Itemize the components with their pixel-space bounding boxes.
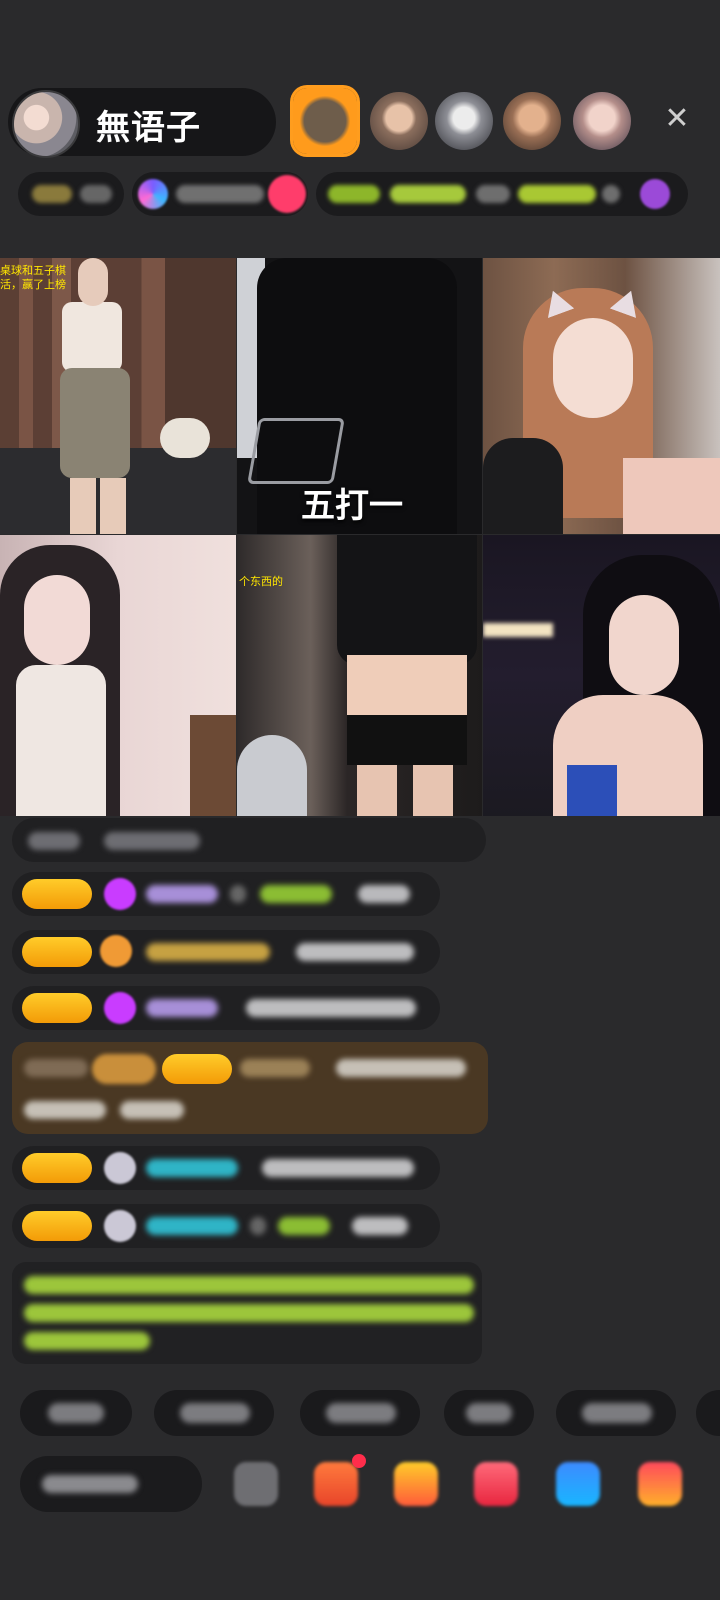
activity-icon bbox=[640, 179, 670, 209]
guest-video-3[interactable] bbox=[483, 258, 720, 534]
notification-dot bbox=[352, 1454, 366, 1468]
chat-text bbox=[28, 832, 80, 850]
guest-video-4[interactable] bbox=[0, 535, 236, 816]
quick-chip-3-text bbox=[326, 1403, 396, 1423]
chat-username bbox=[146, 1159, 238, 1177]
chat-username bbox=[146, 999, 218, 1017]
notice-text-line-1 bbox=[24, 1276, 474, 1294]
fan-level-badge bbox=[22, 1153, 92, 1183]
chat-text bbox=[230, 885, 246, 903]
fan-level-badge bbox=[22, 879, 92, 909]
viewer-avatar-5[interactable] bbox=[573, 92, 631, 150]
chat-text bbox=[104, 832, 200, 850]
wallet-icon[interactable] bbox=[394, 1462, 438, 1506]
viewer-avatar-2[interactable] bbox=[370, 92, 428, 150]
rank-icon bbox=[32, 185, 72, 203]
viewer-avatar-3[interactable] bbox=[435, 92, 493, 150]
quick-chip-4-text bbox=[466, 1403, 512, 1423]
comment-input-placeholder bbox=[42, 1475, 138, 1493]
activity-text-2 bbox=[390, 185, 466, 203]
more-icon[interactable] bbox=[638, 1462, 682, 1506]
quick-chip-1-text bbox=[48, 1403, 104, 1423]
fan-level-badge bbox=[22, 1211, 92, 1241]
guest-1-overlay-text: 桌球和五子棋 活，赢了上榜 bbox=[0, 264, 66, 291]
guest-video-6[interactable] bbox=[483, 535, 720, 816]
viewer-avatar-4[interactable] bbox=[503, 92, 561, 150]
rank-text bbox=[80, 185, 112, 203]
host-avatar[interactable] bbox=[12, 90, 80, 158]
activity-text-1 bbox=[328, 185, 380, 203]
guest-5-overlay-text: 个东西的 bbox=[239, 575, 283, 588]
guest-video-1[interactable]: 桌球和五子棋 活，赢了上榜 bbox=[0, 258, 236, 534]
activity-text-4 bbox=[518, 185, 596, 203]
notice-text-line-3 bbox=[24, 1332, 150, 1350]
chat-text bbox=[358, 885, 410, 903]
chat-text bbox=[262, 1159, 414, 1177]
heart-icon[interactable] bbox=[474, 1462, 518, 1506]
notice-text-line-2 bbox=[24, 1304, 474, 1322]
viewer-avatar-top1[interactable] bbox=[293, 88, 357, 154]
chat-text bbox=[246, 999, 416, 1017]
activity-text-5 bbox=[602, 185, 620, 203]
chat-text bbox=[120, 1101, 184, 1119]
chat-username bbox=[240, 1059, 310, 1077]
host-name: 無语子 bbox=[96, 108, 201, 148]
vip-gem-icon bbox=[104, 878, 136, 910]
popularity-icon bbox=[138, 179, 168, 209]
multi-guest-video-grid: 桌球和五子棋 活，赢了上榜 五打一 个东西的 bbox=[0, 258, 720, 816]
guest-video-5[interactable]: 个东西的 bbox=[237, 535, 482, 816]
highlighted-chat-message[interactable] bbox=[12, 1042, 488, 1134]
quick-chip-2-text bbox=[180, 1403, 250, 1423]
fan-level-badge bbox=[22, 937, 92, 967]
noble-badge bbox=[92, 1054, 156, 1084]
guest-video-2[interactable]: 五打一 bbox=[237, 258, 482, 534]
guest-2-caption: 五打一 bbox=[301, 486, 403, 526]
chat-mention bbox=[278, 1217, 330, 1235]
vip-gem-icon bbox=[104, 992, 136, 1024]
chat-username bbox=[146, 1217, 238, 1235]
level-icon bbox=[104, 1152, 136, 1184]
fan-level-badge bbox=[162, 1054, 232, 1084]
gift-box-icon[interactable] bbox=[314, 1462, 358, 1506]
chat-text bbox=[24, 1101, 106, 1119]
share-icon[interactable] bbox=[556, 1462, 600, 1506]
gift-icon[interactable] bbox=[268, 175, 306, 213]
popularity-text bbox=[176, 185, 264, 203]
chat-text bbox=[336, 1059, 466, 1077]
chat-text bbox=[296, 943, 414, 961]
chat-mention bbox=[260, 885, 332, 903]
emoji-icon[interactable] bbox=[234, 1462, 278, 1506]
level-icon bbox=[104, 1210, 136, 1242]
chat-username bbox=[146, 943, 270, 961]
close-icon[interactable]: ✕ bbox=[660, 102, 694, 136]
chat-text bbox=[352, 1217, 408, 1235]
activity-text-3 bbox=[476, 185, 510, 203]
level-icon bbox=[100, 935, 132, 967]
fan-level-badge bbox=[22, 993, 92, 1023]
chat-text bbox=[250, 1217, 266, 1235]
chat-text bbox=[24, 1059, 88, 1077]
quick-chip-5-text bbox=[582, 1403, 652, 1423]
chat-message-0[interactable] bbox=[12, 818, 486, 862]
chat-username bbox=[146, 885, 218, 903]
quick-chip-6[interactable] bbox=[696, 1390, 720, 1436]
